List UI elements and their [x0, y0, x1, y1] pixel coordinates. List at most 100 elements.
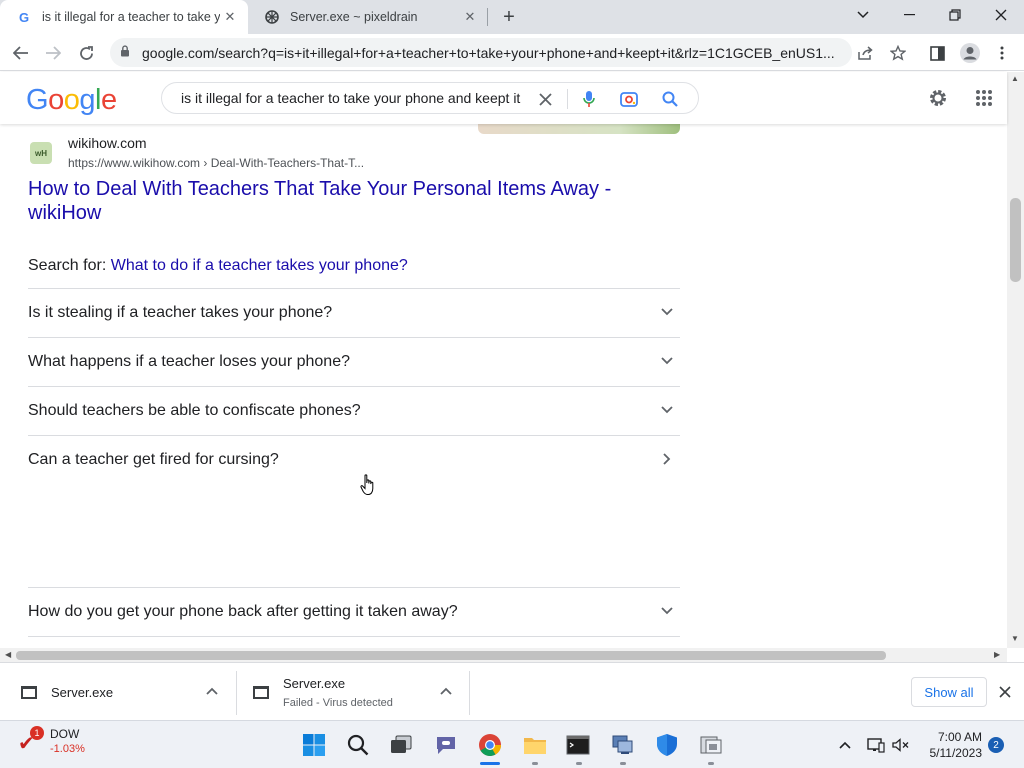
scroll-right-arrow-icon[interactable]: ▶ [994, 650, 1000, 659]
result-cite-url[interactable]: https://www.wikihow.com › Deal-With-Teac… [68, 156, 364, 170]
search-icon[interactable] [660, 89, 680, 109]
network-computer-icon[interactable] [608, 731, 636, 759]
remote-desktop-icon[interactable] [697, 731, 725, 759]
network-icon[interactable] [866, 735, 886, 755]
result-site-name[interactable]: wikihow.com [68, 135, 147, 151]
minimize-button[interactable] [886, 0, 932, 30]
share-icon[interactable] [857, 44, 875, 62]
paa-question[interactable]: Is it stealing if a teacher takes your p… [28, 288, 680, 337]
google-g-icon: G [18, 9, 30, 25]
chevron-up-icon[interactable] [438, 683, 454, 699]
microphone-icon[interactable] [579, 89, 599, 109]
new-tab-button[interactable]: + [497, 5, 521, 29]
paa-divider [28, 636, 680, 648]
file-window-icon [21, 685, 37, 699]
file-explorer-icon[interactable] [521, 731, 549, 759]
download-file-name: Server.exe [51, 684, 114, 700]
hand-cursor-icon [360, 474, 376, 501]
teams-chat-icon[interactable] [432, 731, 460, 759]
tab-google-search[interactable]: G is it illegal for a teacher to take y … [0, 0, 248, 34]
close-download-shelf-icon[interactable] [996, 683, 1014, 701]
paa-question-text: What happens if a teacher loses your pho… [28, 353, 350, 370]
tab-title: Server.exe ~ pixeldrain [290, 10, 418, 24]
result-title-link[interactable]: How to Deal With Teachers That Take Your… [28, 177, 648, 225]
close-window-button[interactable] [978, 0, 1024, 30]
chrome-active-indicator [480, 762, 500, 765]
side-panel-icon[interactable] [928, 44, 946, 62]
vertical-scroll-thumb[interactable] [1010, 198, 1021, 282]
download-file-name: Server.exe [283, 675, 346, 691]
wikihow-favicon: wH [30, 142, 52, 164]
taskbar-search-icon[interactable] [344, 731, 372, 759]
command-prompt-icon[interactable] [564, 731, 592, 759]
google-apps-icon[interactable] [972, 86, 996, 110]
file-window-icon [253, 685, 269, 699]
chevron-down-icon [658, 401, 676, 419]
search-for-query-link[interactable]: What to do if a teacher takes your phone… [111, 257, 408, 274]
task-view-icon[interactable] [387, 731, 415, 759]
search-box [161, 82, 699, 114]
tab-close-icon[interactable]: ✕ [220, 7, 240, 27]
scroll-left-arrow-icon[interactable]: ◀ [5, 650, 11, 659]
notification-count-badge[interactable]: 2 [988, 737, 1004, 753]
reload-button[interactable] [73, 40, 99, 66]
browser-menu-icon[interactable] [993, 44, 1011, 62]
tab-close-icon[interactable]: ✕ [460, 7, 480, 27]
download-item-failed[interactable]: Server.exe Failed - Virus detected [232, 663, 469, 721]
widget-ticker: DOW [50, 727, 80, 741]
google-logo[interactable]: Google [26, 84, 117, 117]
restore-button[interactable] [932, 0, 978, 30]
settings-gear-icon[interactable] [926, 86, 950, 110]
tab-pixeldrain[interactable]: Server.exe ~ pixeldrain ✕ [248, 0, 488, 34]
stock-widget[interactable]: ✔ 1 DOW -1.03% [18, 726, 85, 757]
chevron-up-icon[interactable] [204, 683, 220, 699]
search-divider [567, 89, 568, 109]
windows-security-icon[interactable] [653, 731, 681, 759]
chevron-down-icon [658, 303, 676, 321]
url-text: google.com/search?q=is+it+illegal+for+a+… [142, 44, 835, 61]
back-button[interactable] [8, 40, 34, 66]
horizontal-scrollbar[interactable]: ◀ ▶ [0, 648, 1007, 662]
google-lens-icon[interactable] [619, 89, 639, 109]
paa-question-text: Can a teacher get fired for cursing? [28, 451, 279, 468]
horizontal-scroll-thumb[interactable] [16, 651, 886, 660]
running-indicator [576, 762, 582, 765]
paa-question[interactable]: Can a teacher get fired for cursing? [28, 435, 680, 484]
running-indicator [620, 762, 626, 765]
search-results: wH wikihow.com https://www.wikihow.com ›… [0, 124, 1007, 648]
show-all-downloads-button[interactable]: Show all [911, 677, 987, 707]
paa-question[interactable]: Should teachers be able to confiscate ph… [28, 386, 680, 435]
windows-start-icon[interactable] [300, 731, 328, 759]
scroll-down-arrow-icon[interactable]: ▼ [1011, 634, 1019, 643]
clear-search-icon[interactable] [535, 89, 555, 109]
search-for-line: Search for: What to do if a teacher take… [28, 257, 408, 275]
tab-strip: G is it illegal for a teacher to take y … [0, 0, 1024, 34]
chevron-down-icon [658, 602, 676, 620]
search-input[interactable] [181, 90, 526, 106]
google-search-header: Google [0, 72, 1007, 124]
lock-icon [120, 45, 134, 60]
download-item[interactable]: Server.exe [0, 663, 236, 721]
bookmark-star-icon[interactable] [889, 44, 907, 62]
tab-search-icon[interactable] [840, 0, 886, 30]
show-hidden-icons-chevron-icon[interactable] [835, 735, 855, 755]
clock-date: 5/11/2023 [929, 746, 983, 760]
address-bar[interactable]: google.com/search?q=is+it+illegal+for+a+… [110, 38, 852, 67]
scroll-up-arrow-icon[interactable]: ▲ [1011, 74, 1019, 83]
paa-question[interactable]: What happens if a teacher loses your pho… [28, 337, 680, 386]
tab-title: is it illegal for a teacher to take y [42, 10, 220, 24]
result-thumbnail[interactable] [478, 124, 680, 134]
widget-badge: 1 [30, 726, 44, 740]
chevron-down-icon [658, 352, 676, 370]
volume-muted-icon[interactable] [891, 735, 911, 755]
windows-taskbar: ✔ 1 DOW -1.03% 7:00 AM 5/11/2023 2 [0, 720, 1024, 768]
vertical-scrollbar[interactable]: ▲ ▼ [1007, 72, 1024, 648]
running-indicator [708, 762, 714, 765]
browser-toolbar: google.com/search?q=is+it+illegal+for+a+… [0, 34, 1024, 71]
system-clock[interactable]: 7:00 AM 5/11/2023 [918, 729, 983, 761]
profile-avatar-icon[interactable] [959, 42, 981, 64]
download-status: Failed - Virus detected [283, 696, 393, 709]
forward-button[interactable] [40, 40, 66, 66]
chrome-taskbar-icon[interactable] [476, 731, 504, 759]
paa-question[interactable]: How do you get your phone back after get… [28, 587, 680, 636]
